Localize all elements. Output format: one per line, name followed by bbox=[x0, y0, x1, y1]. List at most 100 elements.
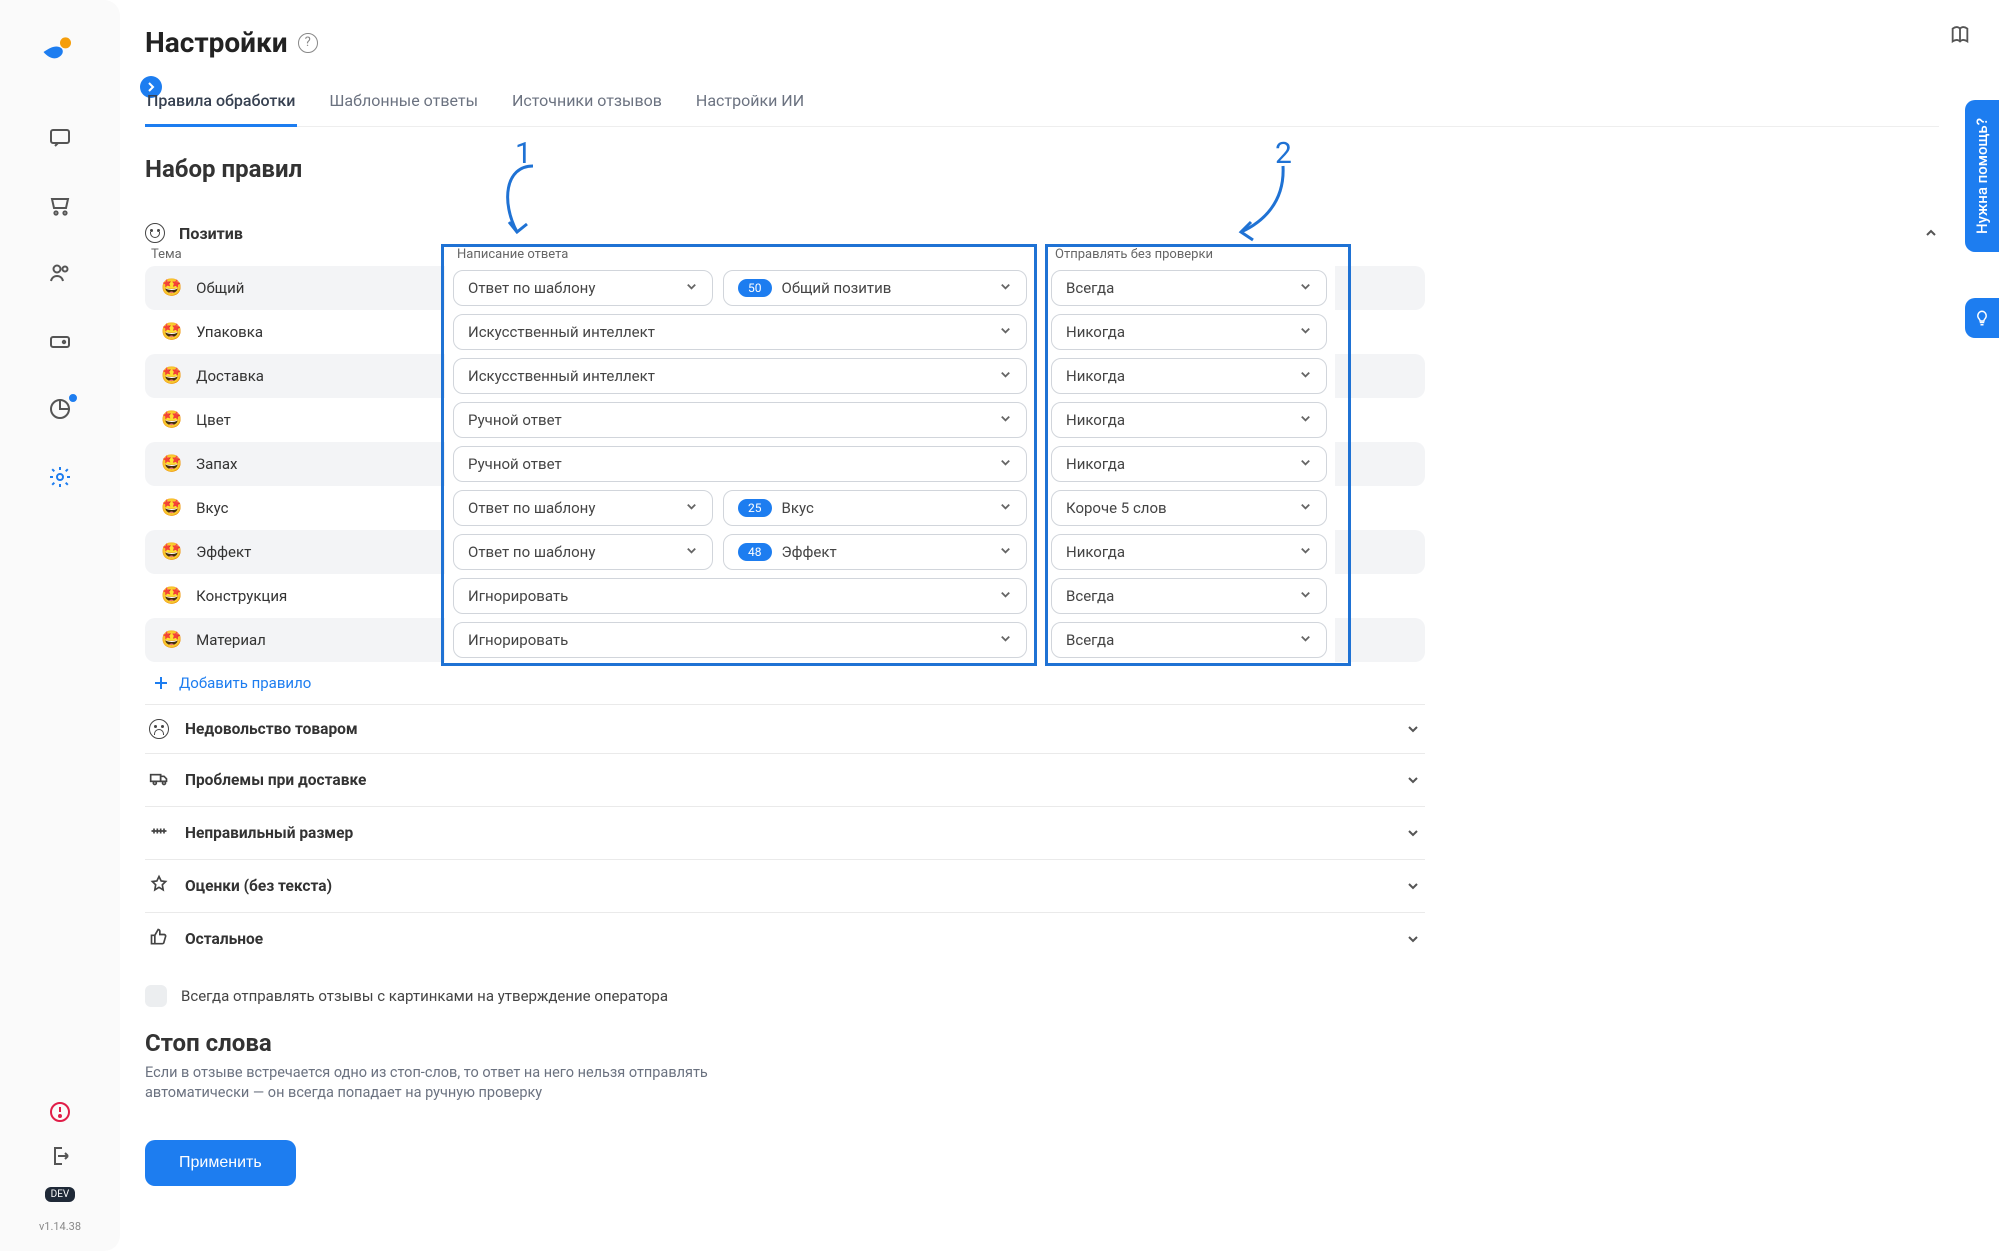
tail-cell bbox=[1335, 618, 1425, 662]
collapsed-group[interactable]: Оценки (без текста) bbox=[145, 859, 1425, 912]
topic-name: Цвет bbox=[196, 411, 231, 429]
template-select[interactable]: 48 Эффект bbox=[723, 534, 1027, 570]
send-select[interactable]: Никогда bbox=[1051, 446, 1327, 482]
send-cell: Короче 5 слов bbox=[1035, 490, 1335, 526]
emoji-icon: 🤩 bbox=[161, 500, 182, 517]
topic-name: Упаковка bbox=[196, 323, 263, 341]
write-select[interactable]: Ответ по шаблону bbox=[453, 270, 713, 306]
collapsed-group[interactable]: Неправильный размер bbox=[145, 806, 1425, 859]
write-cell: Ответ по шаблону 50 Общий позитив bbox=[445, 270, 1035, 306]
checkbox[interactable] bbox=[145, 985, 167, 1007]
write-select[interactable]: Искусственный интеллект bbox=[453, 314, 1027, 350]
write-select[interactable]: Искусственный интеллект bbox=[453, 358, 1027, 394]
topic-cell: 🤩 Доставка bbox=[145, 354, 445, 398]
send-select[interactable]: Никогда bbox=[1051, 358, 1327, 394]
rule-row: 🤩 Цвет Ручной ответ Никогда bbox=[145, 398, 1425, 442]
write-select[interactable]: Игнорировать bbox=[453, 622, 1027, 658]
messages-icon[interactable] bbox=[47, 124, 73, 150]
rule-row: 🤩 УпаковкаИскусственный интеллект Никогд… bbox=[145, 310, 1425, 354]
rules-table: 🤩 ОбщийОтвет по шаблону 50 Общий позитив… bbox=[145, 266, 1425, 662]
tab-ai-settings[interactable]: Настройки ИИ bbox=[694, 81, 806, 127]
version-label: v1.14.38 bbox=[39, 1220, 81, 1233]
template-count-pill: 25 bbox=[738, 499, 772, 517]
send-cell: Никогда bbox=[1035, 358, 1335, 394]
send-select-value: Никогда bbox=[1066, 367, 1125, 385]
sidebar: DEV v1.14.38 bbox=[0, 0, 120, 1251]
write-cell: Игнорировать bbox=[445, 578, 1035, 614]
tab-template-replies[interactable]: Шаблонные ответы bbox=[327, 81, 480, 127]
send-cell: Никогда bbox=[1035, 446, 1335, 482]
logout-icon[interactable] bbox=[47, 1143, 73, 1169]
send-select-value: Всегда bbox=[1066, 587, 1114, 605]
star-icon bbox=[149, 874, 169, 898]
chevron-down-icon bbox=[1299, 323, 1312, 341]
template-select-value: Общий позитив bbox=[782, 279, 892, 297]
chevron-down-icon bbox=[999, 587, 1012, 605]
chevron-down-icon bbox=[1405, 878, 1421, 894]
users-icon[interactable] bbox=[47, 260, 73, 286]
write-select[interactable]: Ответ по шаблону bbox=[453, 490, 713, 526]
send-select[interactable]: Короче 5 слов bbox=[1051, 490, 1327, 526]
collapsed-group-title: Недовольство товаром bbox=[185, 720, 358, 738]
send-select[interactable]: Всегда bbox=[1051, 622, 1327, 658]
write-cell: Ответ по шаблону 48 Эффект bbox=[445, 534, 1035, 570]
column-headers: Тема Написание ответа Отправлять без про… bbox=[145, 247, 1425, 262]
send-select[interactable]: Всегда bbox=[1051, 270, 1327, 306]
send-select[interactable]: Никогда bbox=[1051, 314, 1327, 350]
group-positive-header[interactable]: Позитив bbox=[145, 223, 1939, 243]
analytics-icon[interactable] bbox=[47, 396, 73, 422]
write-select[interactable]: Ответ по шаблону bbox=[453, 534, 713, 570]
send-select[interactable]: Никогда bbox=[1051, 534, 1327, 570]
chevron-down-icon bbox=[1299, 499, 1312, 517]
collapsed-group[interactable]: Остальное bbox=[145, 912, 1425, 965]
help-icon[interactable]: ? bbox=[298, 33, 318, 53]
topic-cell: 🤩 Конструкция bbox=[145, 574, 445, 618]
send-images-checkbox-row[interactable]: Всегда отправлять отзывы с картинками на… bbox=[145, 985, 1939, 1007]
chevron-down-icon bbox=[1405, 931, 1421, 947]
logo[interactable] bbox=[38, 30, 82, 74]
tail-cell bbox=[1335, 486, 1425, 530]
cart-icon[interactable] bbox=[47, 192, 73, 218]
billing-icon[interactable] bbox=[47, 328, 73, 354]
write-select-value: Ручной ответ bbox=[468, 411, 562, 429]
collapsed-group-title: Неправильный размер bbox=[185, 824, 353, 842]
tail-cell bbox=[1335, 530, 1425, 574]
alert-icon[interactable] bbox=[47, 1099, 73, 1125]
write-cell: Ручной ответ bbox=[445, 402, 1035, 438]
docs-icon[interactable] bbox=[1949, 24, 1971, 46]
tab-processing-rules[interactable]: Правила обработки bbox=[145, 81, 297, 127]
stopwords-title: Стоп слова bbox=[145, 1029, 1939, 1057]
send-select-value: Никогда bbox=[1066, 323, 1125, 341]
emoji-icon: 🤩 bbox=[161, 456, 182, 473]
chevron-down-icon bbox=[1299, 367, 1312, 385]
add-rule-button[interactable]: Добавить правило bbox=[145, 662, 1939, 704]
template-select[interactable]: 50 Общий позитив bbox=[723, 270, 1027, 306]
send-cell: Всегда bbox=[1035, 622, 1335, 658]
write-select[interactable]: Ручной ответ bbox=[453, 446, 1027, 482]
collapsed-group[interactable]: Недовольство товаром bbox=[145, 704, 1425, 753]
chevron-down-icon bbox=[999, 367, 1012, 385]
write-cell: Ответ по шаблону 25 Вкус bbox=[445, 490, 1035, 526]
write-select[interactable]: Игнорировать bbox=[453, 578, 1027, 614]
topic-cell: 🤩 Материал bbox=[145, 618, 445, 662]
rule-row: 🤩 ДоставкаИскусственный интеллект Никогд… bbox=[145, 354, 1425, 398]
topic-cell: 🤩 Цвет bbox=[145, 398, 445, 442]
template-select[interactable]: 25 Вкус bbox=[723, 490, 1027, 526]
apply-button[interactable]: Применить bbox=[145, 1140, 296, 1186]
emoji-icon: 🤩 bbox=[161, 412, 182, 429]
settings-icon[interactable] bbox=[47, 464, 73, 490]
help-bulb-button[interactable] bbox=[1965, 298, 1999, 338]
topic-cell: 🤩 Вкус bbox=[145, 486, 445, 530]
send-select[interactable]: Никогда bbox=[1051, 402, 1327, 438]
tab-review-sources[interactable]: Источники отзывов bbox=[510, 81, 664, 127]
emoji-icon: 🤩 bbox=[161, 280, 182, 297]
help-tab[interactable]: Нужна помощь? bbox=[1965, 100, 1999, 252]
collapsed-group[interactable]: Проблемы при доставке bbox=[145, 753, 1425, 806]
send-select[interactable]: Всегда bbox=[1051, 578, 1327, 614]
emoji-icon: 🤩 bbox=[161, 544, 182, 561]
chevron-down-icon bbox=[999, 411, 1012, 429]
chevron-down-icon bbox=[999, 499, 1012, 517]
template-count-pill: 50 bbox=[738, 279, 772, 297]
chevron-down-icon bbox=[1299, 411, 1312, 429]
write-select[interactable]: Ручной ответ bbox=[453, 402, 1027, 438]
